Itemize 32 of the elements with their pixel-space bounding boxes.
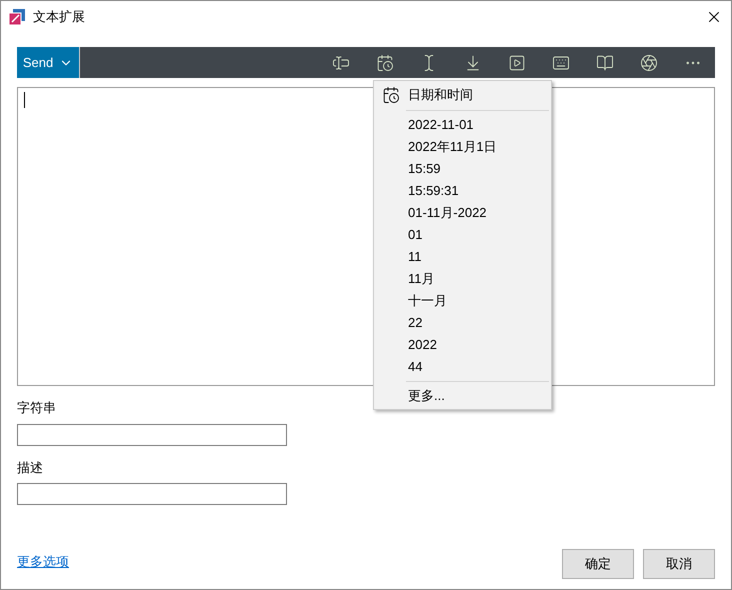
input-field[interactable] bbox=[17, 424, 287, 446]
menu-item[interactable]: 11 bbox=[374, 246, 551, 268]
text-caret bbox=[24, 92, 25, 108]
input-field[interactable] bbox=[17, 483, 287, 505]
field-label: 字符串 bbox=[17, 399, 56, 417]
calendar-clock-icon[interactable] bbox=[376, 54, 394, 72]
more-options-link[interactable]: 更多选项 bbox=[17, 552, 69, 571]
dialog-button[interactable]: 确定 bbox=[562, 549, 634, 579]
calendar-clock-icon bbox=[382, 86, 400, 104]
play-icon[interactable] bbox=[508, 54, 526, 72]
menu-item[interactable]: 22 bbox=[374, 312, 551, 334]
dialog-button[interactable]: 取消 bbox=[643, 549, 715, 579]
menu-item[interactable]: 日期和时间 bbox=[374, 83, 551, 107]
menu-item[interactable]: 2022 bbox=[374, 334, 551, 356]
menu-item[interactable]: 更多... bbox=[374, 385, 551, 407]
keyboard-icon[interactable] bbox=[552, 54, 570, 72]
menu-item[interactable]: 01 bbox=[374, 224, 551, 246]
menu-item[interactable]: 01-11月-2022 bbox=[374, 202, 551, 224]
field-label: 描述 bbox=[17, 458, 43, 476]
camera-icon[interactable] bbox=[640, 54, 658, 72]
menu-item[interactable]: 15:59:31 bbox=[374, 180, 551, 202]
menu-item[interactable]: 15:59 bbox=[374, 158, 551, 180]
menu-item[interactable]: 44 bbox=[374, 356, 551, 378]
menu-item[interactable]: 11月 bbox=[374, 268, 551, 290]
text-input-icon[interactable] bbox=[332, 54, 350, 72]
book-icon[interactable] bbox=[596, 54, 614, 72]
send-button[interactable]: Send bbox=[17, 47, 80, 78]
app-logo-icon bbox=[9, 9, 25, 25]
menu-item[interactable]: 2022-11-01 bbox=[374, 114, 551, 136]
menu-item[interactable]: 2022年11月1日 bbox=[374, 136, 551, 158]
window-title: 文本扩展 bbox=[33, 8, 85, 26]
menu-item[interactable]: 十一月 bbox=[374, 290, 551, 312]
